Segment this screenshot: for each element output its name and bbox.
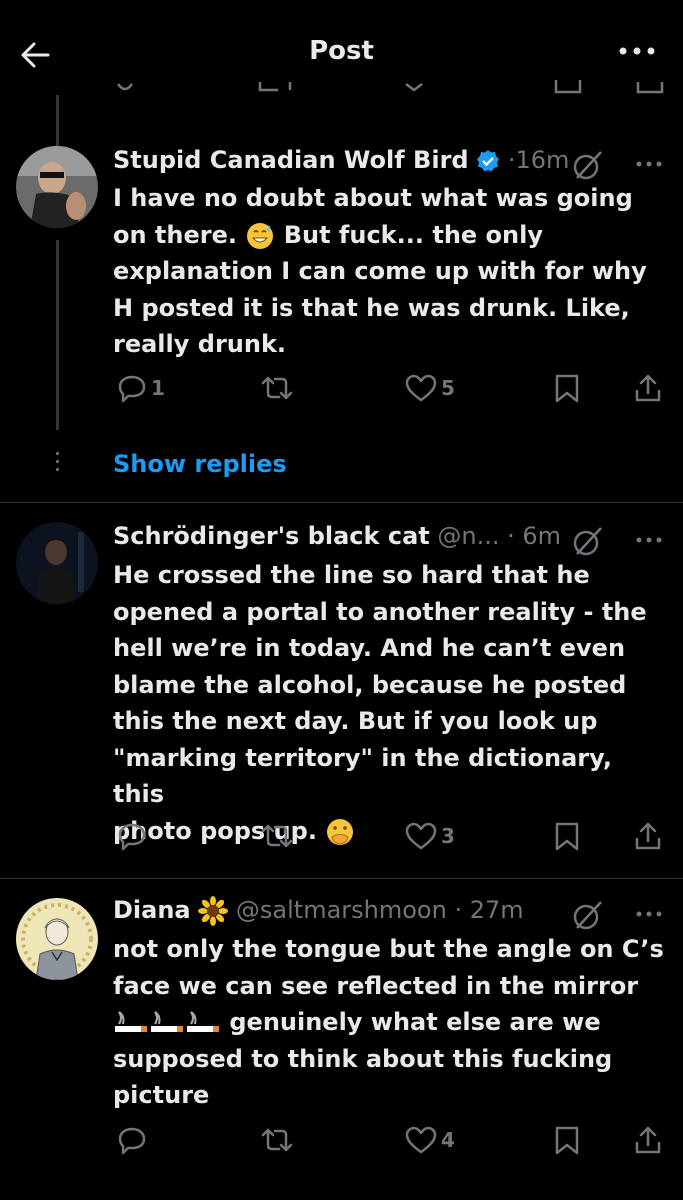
avatar[interactable] [16, 146, 98, 228]
reply-button[interactable]: 1 [117, 370, 165, 406]
retweet-icon [261, 824, 293, 848]
author-name[interactable]: Schrödinger's black cat [113, 522, 430, 550]
sweat-smile-emoji-icon [247, 222, 274, 249]
like-button[interactable]: 4 [405, 1122, 455, 1158]
handle-timestamp: @saltmarshmoon · 27m [235, 896, 524, 924]
bookmark-button[interactable] [553, 1122, 581, 1158]
grok-icon[interactable] [571, 898, 605, 932]
handle-timestamp: @n... · 6m [437, 522, 562, 550]
tweet-actions: 1 5 [113, 370, 667, 406]
reply-button[interactable] [117, 818, 151, 854]
tweet-text: I have no doubt about what was going on … [113, 184, 647, 358]
retweet-button[interactable] [259, 370, 299, 406]
share-button[interactable] [633, 370, 663, 406]
tweet-text: not only the tongue but the angle on C’s… [113, 935, 664, 1109]
like-button[interactable]: 3 [405, 818, 455, 854]
like-button[interactable]: 5 [405, 370, 455, 406]
share-button[interactable] [633, 818, 663, 854]
tweet-actions: 3 [113, 818, 667, 854]
more-icon[interactable] [635, 904, 663, 924]
cigarette-emoji-icon [151, 1011, 183, 1032]
bookmark-button[interactable] [553, 818, 581, 854]
retweet-button[interactable] [259, 1122, 299, 1158]
top-bar: Post [0, 0, 683, 100]
divider [0, 502, 683, 503]
like-count: 5 [441, 376, 455, 400]
previous-post-actions [116, 80, 664, 94]
reply-count: 1 [151, 376, 165, 400]
reply-icon [118, 1127, 146, 1155]
author-name[interactable]: Diana [113, 896, 191, 924]
grok-icon[interactable] [571, 148, 605, 182]
like-icon [405, 1126, 437, 1154]
grok-icon[interactable] [571, 524, 605, 558]
share-icon [635, 822, 661, 850]
retweet-icon [261, 376, 293, 400]
bookmark-button[interactable] [553, 370, 581, 406]
reply-icon [118, 375, 146, 403]
bookmark-icon [555, 1126, 579, 1155]
divider [0, 878, 683, 879]
retweet-button[interactable] [259, 818, 299, 854]
tweet-text: He crossed the line so hard that he open… [113, 561, 647, 845]
sunflower-emoji-icon [198, 896, 229, 926]
thread-line [56, 240, 59, 430]
share-icon [635, 374, 661, 402]
more-icon[interactable] [635, 154, 663, 174]
bookmark-icon [555, 374, 579, 403]
reply-button[interactable] [117, 1122, 151, 1158]
thread-dots [56, 452, 59, 480]
like-count: 4 [441, 1128, 455, 1152]
like-icon [405, 822, 437, 850]
avatar[interactable] [16, 522, 98, 604]
like-icon [405, 374, 437, 402]
verified-badge-icon [477, 150, 500, 172]
timestamp: ·16m [507, 146, 570, 174]
cigarette-emoji-icon [115, 1011, 147, 1032]
page-title: Post [309, 36, 374, 66]
more-icon[interactable] [635, 530, 663, 550]
reply-icon [118, 823, 146, 851]
retweet-icon [261, 1128, 293, 1152]
share-icon [635, 1126, 661, 1154]
share-button[interactable] [633, 1122, 663, 1158]
author-name[interactable]: Stupid Canadian Wolf Bird [113, 146, 469, 174]
cigarette-emoji-icon [187, 1011, 219, 1032]
bookmark-icon [555, 822, 579, 851]
like-count: 3 [441, 824, 455, 848]
more-icon[interactable] [617, 36, 657, 66]
author-row: Schrödinger's black cat @n... · 6m [113, 522, 663, 562]
author-row: Diana @saltmarshmoon · 27m [113, 896, 663, 936]
show-replies-link[interactable]: Show replies [113, 450, 287, 478]
tweet-actions: 4 [113, 1122, 667, 1158]
avatar[interactable] [16, 898, 98, 980]
